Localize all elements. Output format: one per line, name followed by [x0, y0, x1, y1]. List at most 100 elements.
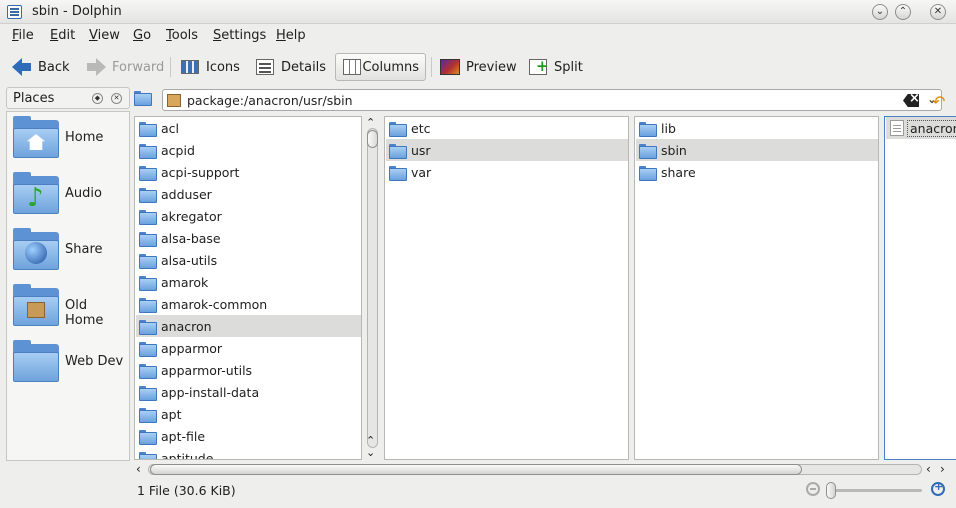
folder-icon [139, 121, 157, 137]
folder-item[interactable]: akregator [136, 205, 361, 227]
minimize-icon[interactable]: ⌄ [872, 4, 888, 20]
folder-item[interactable]: share [636, 161, 878, 183]
menu-help[interactable]: Help [276, 28, 306, 43]
place-old-home[interactable]: Old Home [11, 282, 129, 332]
place-audio-label: Audio [65, 186, 102, 201]
item-label: apparmor-utils [161, 362, 253, 378]
menu-settings-label: ettings [221, 28, 267, 43]
folder-item[interactable]: adduser [136, 183, 361, 205]
folder-item[interactable]: apt-file [136, 425, 361, 447]
file-icon [890, 120, 904, 136]
zoom-in-icon[interactable] [931, 480, 945, 496]
item-label: aptitude [161, 450, 214, 460]
scroll-down-icon[interactable]: ⌄ [366, 446, 375, 459]
split-button[interactable]: Split [522, 53, 589, 81]
places-list: Home ♪ Audio Share Old Home Web Dev [6, 111, 130, 461]
folder-icon [139, 341, 157, 357]
folder-icon [639, 143, 657, 159]
menu-go-label: o [143, 28, 152, 43]
scrollbar-track[interactable] [367, 128, 378, 448]
location-field[interactable]: package:/anacron/usr/sbin ⌄ [162, 89, 942, 111]
place-web-dev[interactable]: Web Dev [11, 338, 129, 388]
menu-file[interactable]: File [12, 28, 34, 43]
menu-settings[interactable]: Settings [213, 28, 266, 43]
place-share[interactable]: Share [11, 226, 129, 276]
folder-item[interactable]: usr [386, 139, 628, 161]
horizontal-scrollbar[interactable]: ‹ ‹ › [134, 462, 956, 478]
undo-arrow-icon[interactable]: ↶ [932, 92, 945, 111]
folder-item[interactable]: app-install-data [136, 381, 361, 403]
folder-item[interactable]: alsa-utils [136, 249, 361, 271]
folder-item[interactable]: anacron [136, 315, 361, 337]
scroll-up-icon[interactable]: ⌃ [366, 116, 375, 129]
preview-button[interactable]: Preview [434, 53, 523, 81]
scrollbar-thumb[interactable] [150, 464, 802, 475]
item-label: lib [661, 120, 676, 136]
column-pane-2[interactable]: etc usr var [384, 116, 629, 460]
forward-button[interactable]: Forward [80, 53, 170, 81]
icons-view-button[interactable]: Icons [174, 53, 246, 81]
column-pane-1[interactable]: acl acpid acpi-support adduser akregator alsa… [134, 116, 362, 460]
folder-icon [389, 165, 407, 181]
home-folder-icon [13, 116, 59, 158]
status-bar: 1 File (30.6 KiB) [0, 480, 956, 502]
folder-item[interactable]: acl [136, 117, 361, 139]
columns-view-button[interactable]: Columns [335, 53, 426, 81]
menu-go[interactable]: Go [133, 28, 151, 43]
location-path[interactable]: package:/anacron/usr/sbin [187, 93, 353, 108]
details-view-button[interactable]: Details [249, 53, 332, 81]
place-home[interactable]: Home [11, 114, 129, 164]
zoom-out-icon[interactable] [806, 482, 820, 496]
folder-icon [139, 429, 157, 445]
folder-icon [139, 187, 157, 203]
scroll-left-icon[interactable]: ‹ [926, 462, 931, 476]
folder-item[interactable]: apt [136, 403, 361, 425]
scrollbar-thumb[interactable] [367, 130, 378, 148]
dolphin-file-manager-icon[interactable] [7, 5, 22, 19]
close-icon[interactable]: ✕ [930, 4, 946, 20]
folder-item[interactable]: apparmor-utils [136, 359, 361, 381]
place-audio[interactable]: ♪ Audio [11, 170, 129, 220]
folder-item[interactable]: amarok [136, 271, 361, 293]
back-button[interactable]: Back [6, 53, 76, 81]
music-folder-icon: ♪ [13, 172, 59, 214]
clear-location-icon[interactable] [903, 94, 919, 107]
folder-item[interactable]: apparmor [136, 337, 361, 359]
places-title: Places [13, 91, 55, 106]
maximize-icon[interactable]: ⌃ [895, 4, 911, 20]
column-pane-3[interactable]: lib sbin share [634, 116, 879, 460]
split-label: Split [554, 59, 583, 75]
folder-item[interactable]: sbin [636, 139, 878, 161]
file-item[interactable]: anacron [886, 117, 956, 139]
folder-icon [139, 385, 157, 401]
folder-icon [139, 319, 157, 335]
folder-icon[interactable] [134, 91, 156, 108]
scroll-right-icon[interactable]: › [940, 462, 945, 476]
folder-item[interactable]: acpi-support [136, 161, 361, 183]
float-panel-icon[interactable]: ◆ [92, 93, 103, 104]
folder-item[interactable]: aptitude [136, 447, 361, 460]
back-label: Back [38, 59, 70, 75]
zoom-slider[interactable] [826, 489, 922, 492]
folder-item[interactable]: alsa-base [136, 227, 361, 249]
close-panel-icon[interactable]: ✕ [111, 93, 122, 104]
menu-view[interactable]: View [89, 28, 120, 43]
menu-tools[interactable]: Tools [166, 28, 198, 43]
folder-item[interactable]: var [386, 161, 628, 183]
item-label: acpi-support [161, 164, 240, 180]
details-view-icon [255, 58, 275, 76]
zoom-slider-handle[interactable] [826, 482, 836, 499]
vertical-scrollbar[interactable]: ⌃ ⌃ ⌄ [364, 116, 380, 460]
folder-item[interactable]: amarok-common [136, 293, 361, 315]
column-pane-4[interactable]: anacron [884, 116, 956, 460]
folder-item[interactable]: lib [636, 117, 878, 139]
menu-file-label: ile [18, 28, 34, 43]
preview-icon [440, 58, 460, 76]
split-view-icon [528, 57, 549, 76]
scroll-left-icon[interactable]: ‹ [136, 462, 141, 476]
menu-edit[interactable]: Edit [50, 28, 75, 43]
folder-item[interactable]: acpid [136, 139, 361, 161]
item-label: adduser [161, 186, 212, 202]
folder-item[interactable]: etc [386, 117, 628, 139]
item-label: acl [161, 120, 180, 136]
